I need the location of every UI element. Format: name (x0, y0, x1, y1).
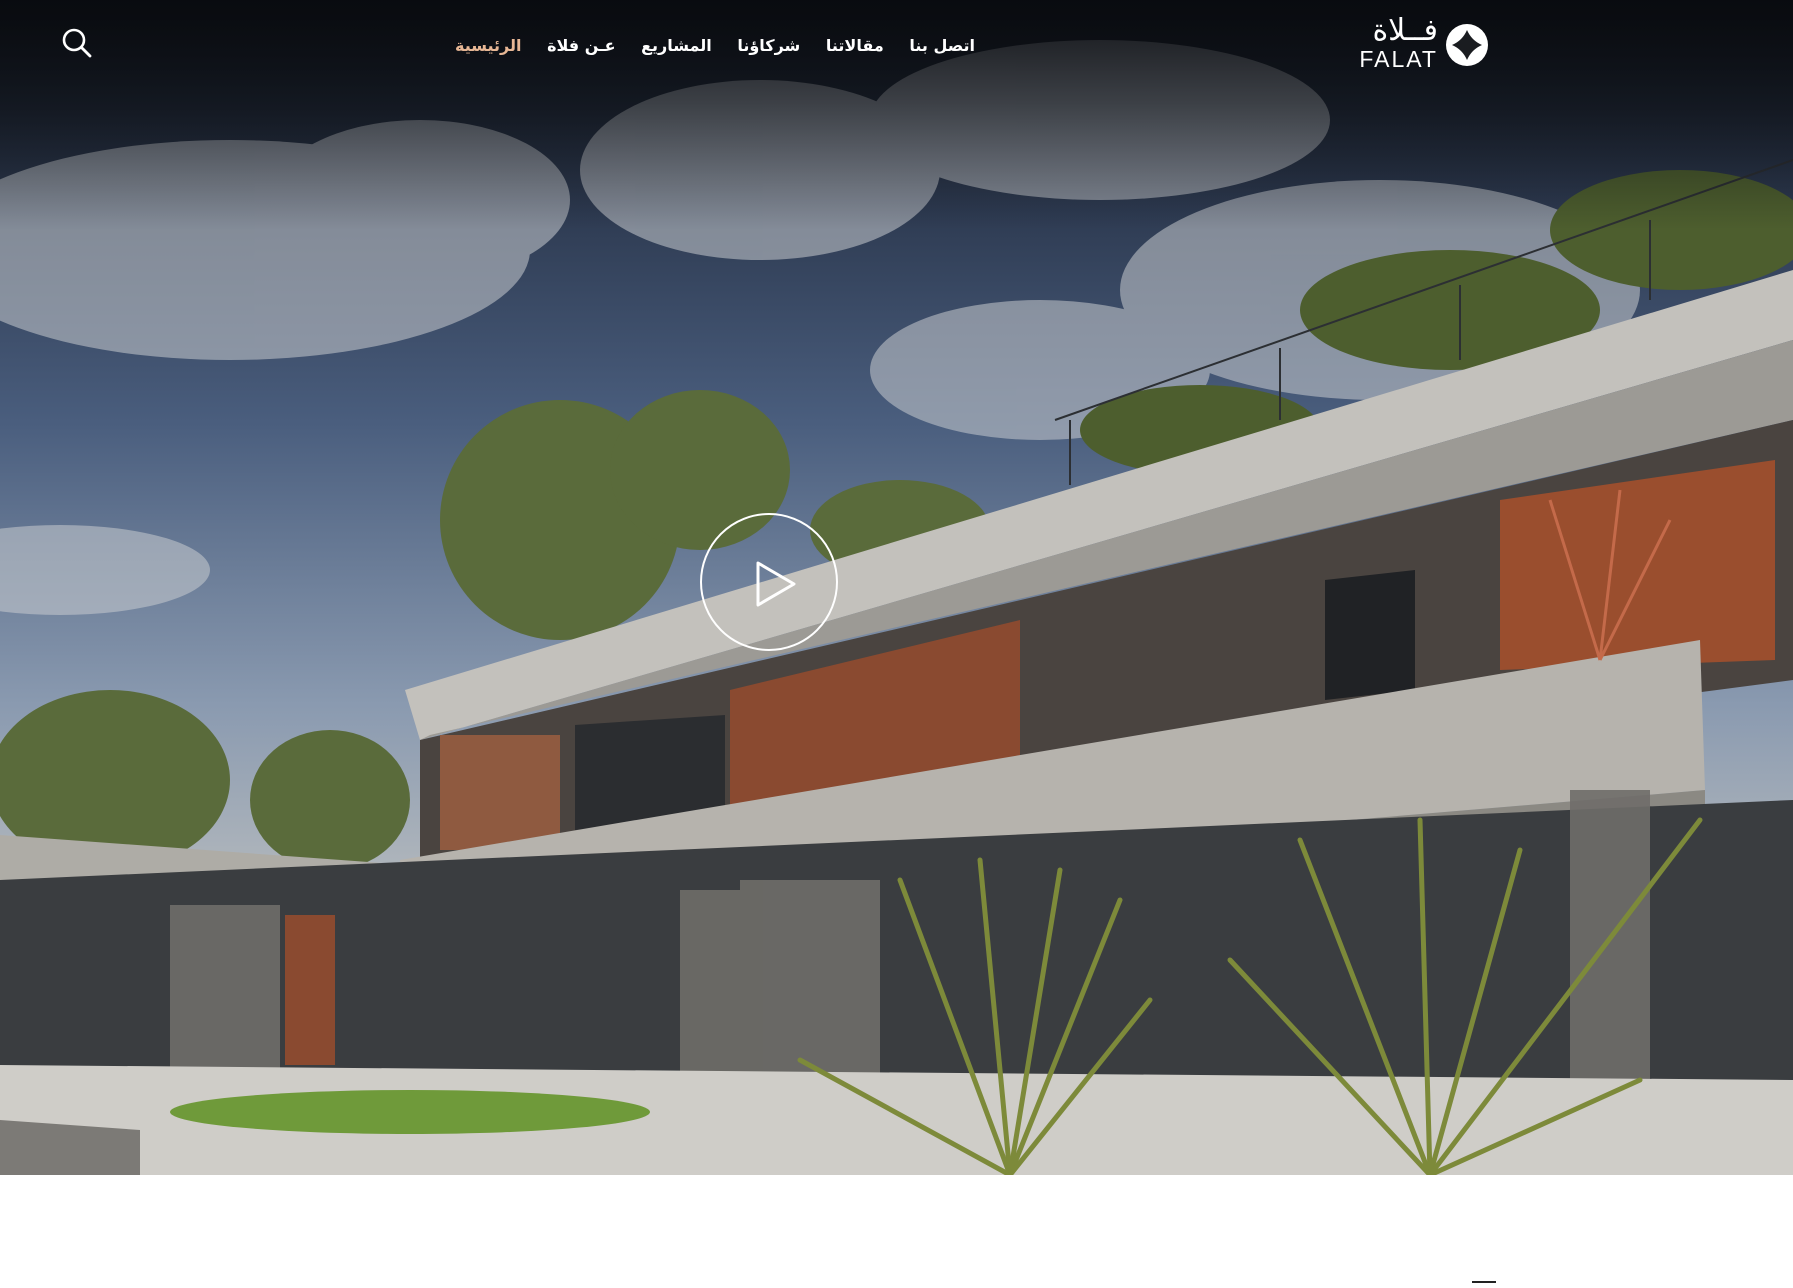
nav-item-projects[interactable]: المشاريع (641, 36, 712, 55)
nav-item-articles[interactable]: مقالاتنا (826, 36, 884, 55)
brand-name-arabic: فــلاة (1372, 13, 1438, 48)
brand-logo[interactable]: فــلاة FALAT (1340, 14, 1490, 74)
brand-name-english: FALAT (1359, 46, 1438, 72)
play-icon (756, 561, 796, 607)
diamond-logo-icon (1446, 24, 1488, 66)
nav-item-partners[interactable]: شركاؤنا (737, 36, 800, 55)
main-nav: الرئيسية عـن فلاة المشاريع شركاؤنا مقالا… (455, 32, 975, 58)
hero-section (0, 0, 1793, 1175)
nav-item-contact[interactable]: اتصل بنا (909, 36, 975, 55)
nav-item-about[interactable]: عـن فلاة (547, 36, 615, 55)
nav-item-home[interactable]: الرئيسية (455, 36, 522, 55)
search-button[interactable] (60, 26, 94, 60)
search-icon (62, 28, 92, 58)
section-divider (1472, 1281, 1496, 1283)
play-video-button[interactable] (700, 513, 838, 651)
site-header: الرئيسية عـن فلاة المشاريع شركاؤنا مقالا… (0, 0, 1793, 90)
